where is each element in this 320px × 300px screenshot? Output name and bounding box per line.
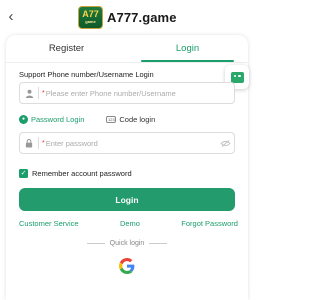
password-field[interactable]: * Enter password — [19, 132, 235, 154]
required-mark: * — [42, 89, 45, 97]
quick-login-label: Quick login — [109, 239, 145, 247]
support-face-icon — [230, 71, 244, 83]
code-login-label: Code login — [119, 114, 156, 124]
auth-tabs: Register Login — [6, 35, 248, 62]
customer-service-link[interactable]: Customer Service — [19, 219, 79, 229]
tab-login[interactable]: Login — [127, 35, 248, 62]
logo: A77 game A777.game — [78, 5, 177, 29]
tab-register[interactable]: Register — [6, 35, 127, 62]
header: ‹ A77 game A777.game — [0, 0, 254, 34]
required-mark: * — [42, 139, 45, 147]
chevron-left-icon[interactable]: ‹ — [4, 6, 18, 26]
password-login-label: Password Login — [31, 114, 85, 124]
lock-icon — [20, 138, 38, 148]
remember-checkbox[interactable]: ✓ — [19, 169, 28, 178]
logo-badge-sub: game — [85, 19, 96, 24]
footer-links: Customer Service Demo Forgot Password — [19, 219, 238, 229]
divider-line — [149, 242, 168, 244]
password-login-icon: ● — [19, 114, 28, 124]
phone-placeholder: Please enter Phone number/Username — [45, 88, 176, 98]
remember-password[interactable]: ✓ Remember account password — [19, 169, 132, 178]
support-label: Support Phone number/Username Login — [19, 70, 154, 79]
demo-link[interactable]: Demo — [120, 219, 140, 229]
app-name: A777.game — [107, 9, 177, 25]
user-icon — [20, 89, 38, 98]
forgot-password-link[interactable]: Forgot Password — [181, 219, 238, 229]
code-icon: 123 — [106, 115, 117, 123]
code-login-option[interactable]: 123 Code login — [106, 115, 155, 124]
field-divider — [38, 137, 39, 149]
divider-line — [86, 242, 105, 244]
field-divider — [38, 87, 39, 99]
tabs-divider — [6, 62, 248, 63]
logo-badge-text: A77 — [82, 9, 99, 19]
login-button[interactable]: Login — [19, 188, 235, 211]
logo-badge-icon: A77 game — [78, 5, 103, 29]
google-icon[interactable] — [117, 256, 137, 276]
quick-login-divider: Quick login — [6, 238, 248, 248]
password-login-option[interactable]: ● Password Login — [19, 114, 85, 124]
login-type-switch: ● Password Login 123 Code login — [19, 113, 235, 125]
auth-card: Register Login Support Phone number/User… — [6, 35, 249, 300]
phone-username-field[interactable]: * Please enter Phone number/Username — [19, 82, 235, 104]
remember-label: Remember account password — [32, 169, 132, 178]
eye-closed-icon[interactable] — [216, 139, 234, 147]
password-placeholder: Enter password — [45, 138, 98, 148]
